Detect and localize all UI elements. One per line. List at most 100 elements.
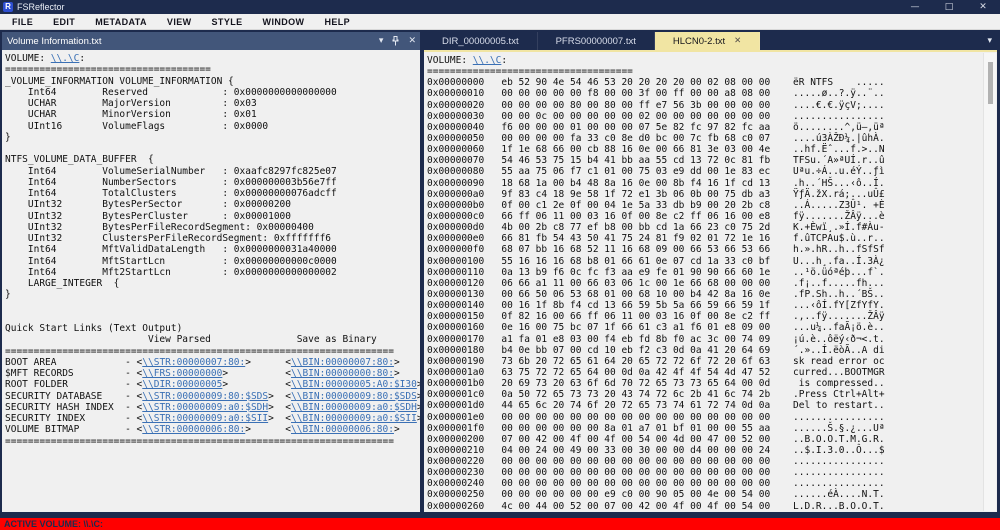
hex-row: 0x00000090 18 68 1a 00 b4 48 8a 16 0e 00… [427, 177, 885, 189]
hex-row: 0x00000190 73 6b 20 72 65 61 64 20 65 72… [427, 355, 885, 367]
text-line: UInt32 BytesPerFileRecordSegment: 0x0000… [5, 221, 314, 233]
output-link[interactable]: \\BIN:00000009:a0:$SDH [291, 402, 417, 413]
hex-row: 0x00000220 00 00 00 00 00 00 00 00 00 00… [427, 456, 885, 468]
hex-row: 0x00000100 55 16 16 16 68 b8 01 66 61 0e… [427, 255, 885, 267]
text-line [5, 301, 420, 312]
menu-metadata[interactable]: METADATA [85, 14, 157, 30]
text-line [5, 312, 420, 323]
left-panel-title: Volume Information.txt [7, 35, 102, 47]
text-line: UInt32 BytesPerCluster : 0x00001000 [5, 210, 291, 222]
hex-row: 0x00000060 1f 1e 68 66 00 cb 88 16 0e 00… [427, 144, 885, 156]
panel-close-icon[interactable]: ✕ [408, 36, 416, 46]
text-line: LARGE_INTEGER { [5, 278, 120, 289]
hex-row: 0x000001e0 00 00 00 00 00 00 00 00 00 00… [427, 411, 885, 423]
text-line: ROOT FOLDER - <\\DIR:00000005> <\\BIN:00… [5, 379, 420, 391]
main-area: Volume Information.txt ▾ ✕ VOLUME: \\.\C… [0, 30, 1000, 518]
output-link[interactable]: \\STR:00000006:80: [142, 424, 245, 435]
output-link[interactable]: \\BIN:00000006:80: [291, 424, 394, 435]
active-volume-text: ACTIVE VOLUME: \\.\C: [4, 519, 103, 529]
menu-help[interactable]: HELP [314, 14, 360, 30]
hex-row: 0x00000240 00 00 00 00 00 00 00 00 00 00… [427, 478, 885, 490]
hex-row: 0x000000c0 66 ff 06 11 00 03 16 0f 00 8e… [427, 210, 885, 222]
hex-row: 0x00000120 06 66 a1 11 00 66 03 06 1c 00… [427, 277, 885, 289]
hex-row: 0x00000010 00 00 00 00 00 f8 00 00 3f 00… [427, 88, 885, 100]
text-line: VOLUME: \\.\C: [5, 53, 86, 64]
window-controls: — □ ✕ [898, 2, 1000, 12]
hex-row: 0x000000d0 4b 00 2b c8 77 ef b8 00 bb cd… [427, 222, 885, 234]
text-line: Int64 NumberSectors : 0x000000003b56e7ff [5, 176, 337, 188]
output-link[interactable]: \\FRS:00000000 [142, 368, 222, 379]
window-title: FSReflector [17, 2, 65, 12]
text-line: UCHAR MajorVersion : 0x03 [5, 98, 257, 109]
hex-row: 0x000001a0 63 75 72 72 65 64 00 0d 0a 42… [427, 366, 885, 378]
tab-HLCN0-2.txt[interactable]: HLCN0-2.txt ✕ [654, 32, 761, 50]
output-link[interactable]: \\DIR:00000005 [142, 379, 222, 390]
output-link[interactable]: \\STR:00000009:80:$SDS [142, 391, 268, 402]
minimize-icon[interactable]: — [898, 2, 932, 12]
hex-dump: 0x00000000 eb 52 90 4e 54 46 53 20 20 20… [427, 77, 997, 512]
text-line: Int64 MftStartLcn : 0x00000000000c0000 [5, 255, 337, 267]
hex-row: 0x00000070 54 46 53 75 15 b4 41 bb aa 55… [427, 155, 885, 167]
hex-row: 0x00000020 00 00 00 00 80 00 80 00 ff e7… [427, 99, 885, 111]
text-line: ========================================… [5, 435, 394, 447]
text-line: SECURITY HASH INDEX - <\\STR:00000009:a0… [5, 401, 420, 413]
menu-view[interactable]: VIEW [157, 14, 202, 30]
hex-row: 0x00000210 04 00 24 00 49 00 33 00 30 00… [427, 444, 885, 456]
output-link[interactable]: \\STR:00000007:80: [142, 357, 245, 368]
text-line: Quick Start Links (Text Output) [5, 323, 183, 334]
text-line: Int64 Mft2StartLcn : 0x0000000000000002 [5, 266, 337, 278]
hex-row: 0x00000080 55 aa 75 06 f7 c1 01 00 75 03… [427, 166, 885, 178]
volume-info-text: VOLUME: \\.\C: ==========================… [2, 50, 420, 512]
hex-row: 0x00000250 00 00 00 00 00 00 e9 c0 00 90… [427, 489, 885, 501]
output-link[interactable]: \\.\C [51, 53, 80, 64]
close-icon[interactable]: ✕ [966, 2, 1000, 12]
hex-row: 0x000001b0 20 69 73 20 63 6f 6d 70 72 65… [427, 378, 885, 390]
vertical-scrollbar[interactable] [983, 53, 996, 511]
maximize-icon[interactable]: □ [932, 2, 966, 12]
text-line: BOOT AREA - <\\STR:00000007:80:> <\\BIN:… [5, 356, 400, 368]
tab-PFRS00000007.txt[interactable]: PFRS00000007.txt [538, 32, 655, 50]
text-line: } [5, 131, 11, 143]
text-line: $MFT RECORDS - <\\FRS:00000000> <\\BIN:0… [5, 368, 400, 379]
right-panel: DIR_00000005.txt PFRS00000007.txt HLCN0-2.… [424, 32, 997, 512]
hex-row: 0x00000170 a1 fa 01 e8 03 00 f4 eb fd 8b… [427, 333, 885, 345]
text-line: Int64 TotalClusters : 0x00000000076adcff [5, 188, 337, 199]
output-link[interactable]: \\STR:00000009:a0:$SDH [142, 402, 268, 413]
text-line: ==================================== [427, 66, 633, 78]
pin-icon[interactable] [392, 36, 399, 46]
output-link[interactable]: \\BIN:00000000:80: [291, 368, 394, 379]
text-line: VOLUME: \\.\C: [427, 55, 508, 66]
menu-window[interactable]: WINDOW [253, 14, 315, 30]
menu-edit[interactable]: EDIT [43, 14, 85, 30]
hex-row: 0x00000030 00 00 0c 00 00 00 00 00 02 00… [427, 110, 885, 122]
tab-list-dropdown-icon[interactable]: ▾ [982, 32, 997, 50]
left-panel-header: Volume Information.txt ▾ ✕ [2, 32, 420, 50]
left-panel: Volume Information.txt ▾ ✕ VOLUME: \\.\C… [2, 32, 420, 512]
app-icon: R [3, 2, 13, 12]
output-link[interactable]: \\BIN:00000007:80: [291, 357, 394, 368]
tab-DIR_00000005.txt[interactable]: DIR_00000005.txt [424, 32, 538, 50]
menu-file[interactable]: FILE [2, 14, 43, 30]
tab-close-icon[interactable]: ✕ [734, 36, 741, 46]
output-link[interactable]: \\STR:00000009:a0:$SII [142, 413, 268, 424]
tab-label: HLCN0-2.txt [672, 35, 726, 47]
menu-bar: FILE EDIT METADATA VIEW STYLE WINDOW HELP [0, 14, 1000, 30]
hex-row: 0x00000110 0a 13 b9 f6 0c fc f3 aa e9 fe… [427, 266, 885, 278]
chevron-down-icon[interactable]: ▾ [379, 36, 384, 46]
hex-row: 0x00000150 0f 82 16 00 66 ff 06 11 00 03… [427, 311, 885, 323]
output-link[interactable]: \\BIN:00000005:A0:$I30 [291, 379, 417, 390]
output-link[interactable]: \\.\C [473, 55, 502, 66]
output-link[interactable]: \\BIN:00000009:80:$SDS [291, 391, 417, 402]
hex-row: 0x00000040 f6 00 00 00 01 00 00 00 07 5e… [427, 121, 885, 133]
hex-row: 0x000001c0 0a 50 72 65 73 73 20 43 74 72… [427, 389, 885, 401]
title-bar: R FSReflector — □ ✕ [0, 0, 1000, 14]
output-link[interactable]: \\BIN:00000009:a0:$SII [291, 413, 417, 424]
text-line: VOLUME BITMAP - <\\STR:00000006:80:> <\\… [5, 424, 400, 436]
menu-style[interactable]: STYLE [202, 14, 253, 30]
hex-row: 0x00000160 0e 16 00 75 bc 07 1f 66 61 c3… [427, 322, 885, 334]
text-line: UCHAR MinorVersion : 0x01 [5, 109, 257, 121]
scrollbar-thumb[interactable] [988, 62, 993, 104]
hex-viewer: VOLUME: \\.\C: ==========================… [424, 52, 997, 512]
hex-row: 0x000000b0 0f 00 c1 2e 0f 00 04 1e 5a 33… [427, 199, 885, 211]
hex-row: 0x000000e0 66 81 fb 54 43 50 41 75 24 81… [427, 233, 885, 245]
